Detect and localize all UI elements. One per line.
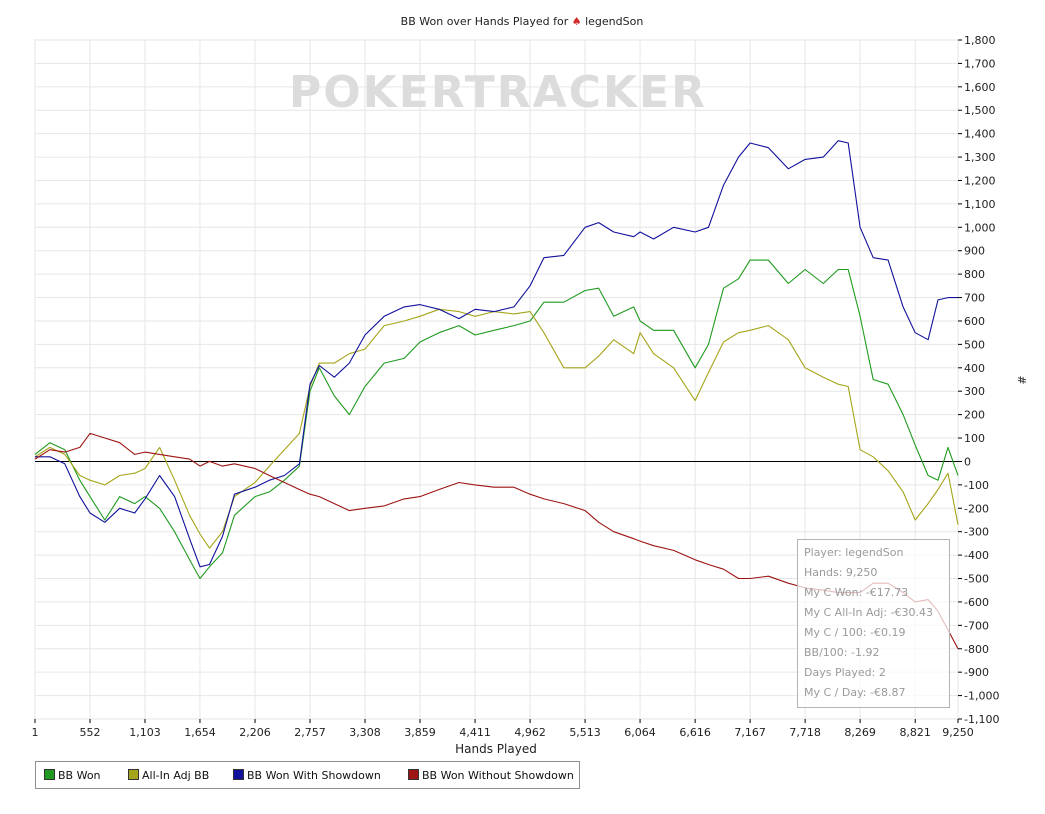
y-tick-label: 1,400 bbox=[964, 128, 996, 141]
y-tick-label: 1,100 bbox=[964, 198, 996, 211]
y-tick-label: 200 bbox=[964, 409, 985, 422]
y-tick-label: 300 bbox=[964, 385, 985, 398]
legend-item-bb-won[interactable]: BB Won bbox=[44, 769, 101, 782]
legend-item-with-showdown[interactable]: BB Won With Showdown bbox=[233, 769, 381, 782]
y-tick-label: -400 bbox=[964, 549, 989, 562]
x-tick-label: 3,859 bbox=[404, 726, 436, 739]
tooltip-hands: Hands: 9,250 bbox=[804, 566, 878, 579]
y-tick-label: 1,600 bbox=[964, 81, 996, 94]
y-axis-ticks: -1,100 -1,000 -900 -800 -700 -600 -500 -400 -300… bbox=[958, 34, 999, 726]
legend-item-without-showdown[interactable]: BB Won Without Showdown bbox=[408, 769, 574, 782]
player-stats-tooltip: Player: legendSon Hands: 9,250 My C Won:… bbox=[797, 539, 950, 708]
x-tick-label: 7,718 bbox=[789, 726, 821, 739]
legend-swatch-bb-won bbox=[44, 769, 55, 780]
x-tick-label: 4,411 bbox=[459, 726, 491, 739]
legend-item-all-in-adj[interactable]: All-In Adj BB bbox=[128, 769, 209, 782]
y-tick-label: 600 bbox=[964, 315, 985, 328]
chart-title: BB Won over Hands Played for ♠ legendSon bbox=[401, 15, 644, 28]
y-tick-label: -300 bbox=[964, 526, 989, 539]
chart-container: BB Won over Hands Played for ♠ legendSon… bbox=[0, 0, 1045, 810]
legend-swatch-without-showdown bbox=[408, 769, 419, 780]
y-tick-label: -600 bbox=[964, 596, 989, 609]
legend-swatch-all-in-adj bbox=[128, 769, 139, 780]
legend-swatch-with-showdown bbox=[233, 769, 244, 780]
y-tick-label: 100 bbox=[964, 432, 985, 445]
tooltip-per-100: My C / 100: -€0.19 bbox=[804, 626, 906, 639]
y-tick-label: 1,300 bbox=[964, 151, 996, 164]
x-tick-label: 6,064 bbox=[624, 726, 656, 739]
x-tick-label: 6,616 bbox=[679, 726, 711, 739]
x-tick-label: 4,962 bbox=[514, 726, 546, 739]
spade-icon: ♠ bbox=[572, 15, 582, 28]
y-tick-label: -100 bbox=[964, 479, 989, 492]
y-tick-label: 400 bbox=[964, 362, 985, 375]
x-tick-label: 8,269 bbox=[844, 726, 876, 739]
x-tick-label: 8,821 bbox=[899, 726, 931, 739]
legend-label-with-showdown: BB Won With Showdown bbox=[247, 769, 381, 782]
chart-title-player: legendSon bbox=[582, 15, 644, 28]
y-tick-label: -700 bbox=[964, 619, 989, 632]
y-tick-label: -900 bbox=[964, 666, 989, 679]
y-tick-label: 1,500 bbox=[964, 104, 996, 117]
legend-label-bb-won: BB Won bbox=[58, 769, 101, 782]
y-tick-label: 1,000 bbox=[964, 221, 996, 234]
tooltip-days-played: Days Played: 2 bbox=[804, 666, 886, 679]
y-tick-label: -200 bbox=[964, 502, 989, 515]
x-tick-label: 5,513 bbox=[569, 726, 601, 739]
x-tick-label: 9,250 bbox=[942, 726, 974, 739]
y-tick-label: 1,800 bbox=[964, 34, 996, 47]
chart-title-text: BB Won over Hands Played for bbox=[401, 15, 572, 28]
y-tick-label: 900 bbox=[964, 245, 985, 258]
legend-label-all-in-adj: All-In Adj BB bbox=[142, 769, 210, 782]
y-tick-label: 700 bbox=[964, 292, 985, 305]
x-axis-label: Hands Played bbox=[455, 742, 537, 756]
tooltip-allin-adj: My C All-In Adj: -€30.43 bbox=[804, 606, 934, 619]
legend-label-without-showdown: BB Won Without Showdown bbox=[422, 769, 574, 782]
y-tick-label: 0 bbox=[964, 455, 971, 468]
y-tick-label: -1,100 bbox=[964, 713, 999, 726]
y-tick-label: -1,000 bbox=[964, 690, 999, 703]
x-tick-label: 1,654 bbox=[184, 726, 216, 739]
y-tick-label: 500 bbox=[964, 338, 985, 351]
y-tick-label: -500 bbox=[964, 573, 989, 586]
tooltip-won: My C Won: -€17.73 bbox=[804, 586, 909, 599]
x-axis-ticks: 1 552 1,103 1,654 2,206 2,757 3,308 3,859 4,411 4… bbox=[32, 719, 974, 739]
x-tick-label: 2,206 bbox=[239, 726, 271, 739]
pokertracker-watermark: POKERTRACKER bbox=[289, 67, 707, 118]
chart-legend: BB Won All-In Adj BB BB Won With Showdow… bbox=[35, 761, 580, 789]
x-tick-label: 2,757 bbox=[294, 726, 326, 739]
x-tick-label: 1,103 bbox=[129, 726, 161, 739]
x-tick-label: 1 bbox=[32, 726, 39, 739]
y-tick-label: -800 bbox=[964, 643, 989, 656]
tooltip-player: Player: legendSon bbox=[804, 546, 904, 559]
y-tick-label: 1,200 bbox=[964, 174, 996, 187]
y-tick-label: 800 bbox=[964, 268, 985, 281]
x-tick-label: 7,167 bbox=[734, 726, 766, 739]
tooltip-per-day: My C / Day: -€8.87 bbox=[804, 686, 906, 699]
x-tick-label: 3,308 bbox=[349, 726, 381, 739]
tooltip-bb-per-100: BB/100: -1.92 bbox=[804, 646, 880, 659]
y-tick-label: 1,700 bbox=[964, 57, 996, 70]
x-tick-label: 552 bbox=[79, 726, 100, 739]
y-axis-label: # bbox=[1015, 375, 1028, 384]
